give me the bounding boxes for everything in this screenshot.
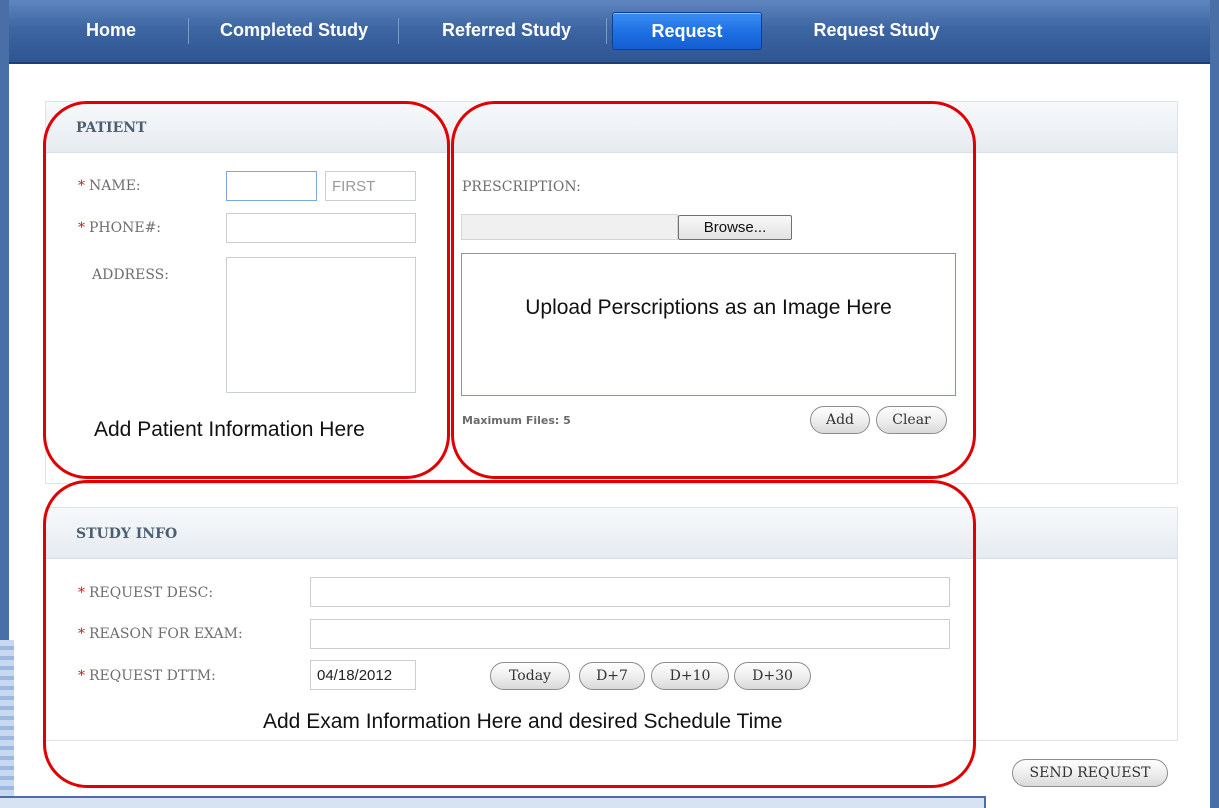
patient-panel-title: PATIENT	[76, 120, 147, 136]
address-label: ADDRESS:	[92, 267, 169, 283]
prescription-file-path	[461, 214, 678, 240]
clear-button[interactable]: Clear	[876, 406, 947, 434]
window-frame-right	[1210, 0, 1219, 808]
prescription-label: PRESCRIPTION:	[462, 179, 581, 195]
request-desc-input[interactable]	[311, 578, 949, 606]
request-desc-label: * REQUEST DESC:	[78, 585, 213, 601]
reason-label-text: REASON FOR EXAM:	[89, 626, 243, 642]
required-marker: *	[78, 178, 85, 194]
nav-referred-study[interactable]: Referred Study	[414, 12, 599, 48]
nav-request[interactable]: Request	[612, 12, 762, 50]
reason-field[interactable]	[310, 619, 950, 649]
name-label-text: NAME:	[89, 178, 141, 194]
d-plus-10-button[interactable]: D+10	[651, 662, 729, 690]
nav-separator	[188, 18, 189, 44]
patient-panel-header: PATIENT	[46, 102, 1177, 153]
first-name-input[interactable]	[326, 172, 415, 200]
last-name-input[interactable]	[227, 172, 316, 200]
required-marker: *	[78, 668, 85, 684]
phone-label-text: PHONE#:	[89, 220, 162, 236]
phone-input[interactable]	[227, 214, 415, 242]
reason-label: * REASON FOR EXAM:	[78, 626, 243, 642]
last-name-field[interactable]	[226, 171, 317, 201]
d-plus-30-button[interactable]: D+30	[734, 662, 811, 690]
dttm-input[interactable]	[311, 661, 415, 689]
d-plus-7-button[interactable]: D+7	[579, 662, 645, 690]
required-marker: *	[78, 626, 85, 642]
request-desc-field[interactable]	[310, 577, 950, 607]
nav-separator	[606, 18, 607, 44]
required-marker: *	[78, 585, 85, 601]
nav-completed-study[interactable]: Completed Study	[199, 12, 389, 48]
overlapping-window-edge	[0, 796, 986, 808]
name-label: * NAME:	[78, 178, 141, 194]
upload-annotation: Upload Perscriptions as an Image Here	[525, 296, 892, 319]
nav-request-study[interactable]: Request Study	[784, 12, 969, 48]
study-info-panel-title: STUDY INFO	[76, 526, 178, 542]
top-nav-bar: Home Completed Study Referred Study Requ…	[9, 0, 1210, 64]
phone-label: * PHONE#:	[78, 220, 161, 236]
reason-input[interactable]	[311, 620, 949, 648]
send-request-button[interactable]: SEND REQUEST	[1012, 759, 1168, 787]
patient-annotation: Add Patient Information Here	[94, 418, 365, 441]
request-desc-label-text: REQUEST DESC:	[89, 585, 214, 601]
dttm-field[interactable]	[310, 660, 416, 690]
max-files-note: Maximum Files: 5	[462, 414, 571, 427]
nav-home[interactable]: Home	[71, 12, 151, 48]
required-marker: *	[78, 220, 85, 236]
add-button[interactable]: Add	[810, 406, 870, 434]
address-field[interactable]	[226, 257, 416, 393]
study-info-annotation: Add Exam Information Here and desired Sc…	[263, 710, 783, 733]
nav-separator	[398, 18, 399, 44]
prescription-upload-area[interactable]: Upload Perscriptions as an Image Here	[461, 253, 956, 396]
today-button[interactable]: Today	[490, 662, 570, 690]
address-textarea[interactable]	[227, 258, 415, 392]
window-frame-decoration	[0, 640, 14, 808]
browse-button[interactable]: Browse...	[678, 215, 792, 240]
dttm-label-text: REQUEST DTTM:	[89, 668, 216, 684]
study-info-panel-header: STUDY INFO	[46, 508, 1177, 559]
dttm-label: * REQUEST DTTM:	[78, 668, 216, 684]
phone-field[interactable]	[226, 213, 416, 243]
first-name-field[interactable]	[325, 171, 416, 201]
